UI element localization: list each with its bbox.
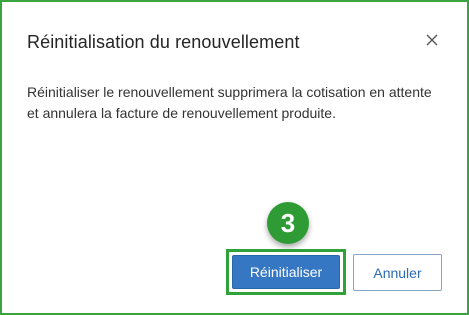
dialog-message: Réinitialiser le renouvellement supprime…	[27, 84, 432, 121]
close-button[interactable]	[421, 29, 443, 51]
reset-button[interactable]: Réinitialiser	[232, 255, 340, 289]
dialog-frame: Réinitialisation du renouvellement Réini…	[0, 0, 469, 315]
step-number-badge: 3	[267, 202, 309, 244]
dialog-title: Réinitialisation du renouvellement	[27, 32, 300, 52]
cancel-button[interactable]: Annuler	[353, 254, 442, 291]
close-icon	[421, 29, 443, 51]
highlight-box: Réinitialiser	[226, 249, 346, 295]
